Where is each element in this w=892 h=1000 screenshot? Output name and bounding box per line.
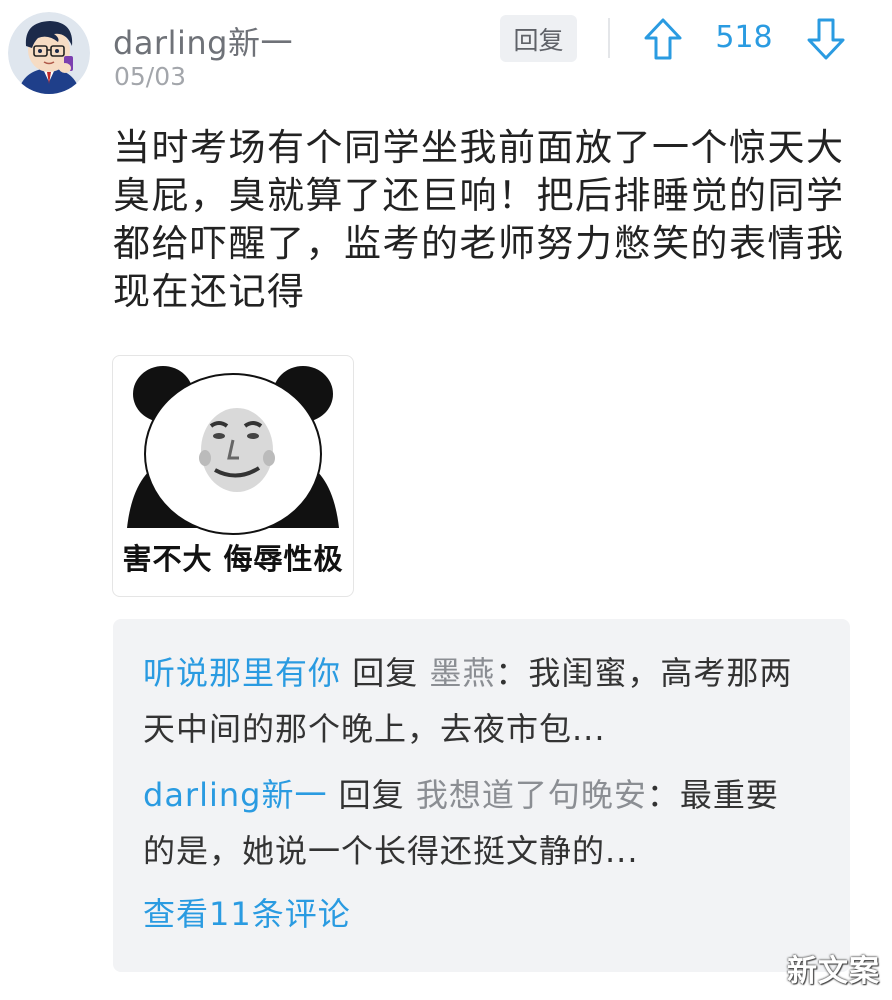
divider — [608, 18, 610, 58]
downvote-button[interactable] — [806, 17, 846, 61]
sticker-caption: 害不大 侮辱性极 — [122, 542, 344, 576]
panda-meme-image — [127, 366, 339, 535]
comment-body: 当时考场有个同学坐我前面放了一个惊天大 臭屁，臭就算了还巨响！把后排睡觉的同学 … — [113, 124, 853, 316]
subcomment-user[interactable]: darling新一 — [143, 776, 327, 814]
subcomment-reply-word: 回复 — [338, 776, 405, 814]
subcomment-separator: ： — [646, 776, 680, 814]
meme-sticker[interactable]: 害不大 侮辱性极 — [112, 355, 354, 597]
arrow-up-icon — [644, 18, 682, 60]
subcomment-separator: ： — [495, 654, 529, 692]
subcomment-item[interactable]: 听说那里有你 回复 墨燕：我闺蜜，高考那两天中间的那个晚上，去夜市包... — [143, 645, 793, 757]
comment-date: 05/03 — [114, 62, 187, 91]
upvote-button[interactable] — [643, 17, 683, 61]
watermark: 新文案 — [787, 954, 880, 989]
subcomment-reply-word: 回复 — [352, 654, 419, 692]
subcomments-panel[interactable]: 听说那里有你 回复 墨燕：我闺蜜，高考那两天中间的那个晚上，去夜市包... da… — [113, 619, 850, 972]
vote-count: 518 — [715, 20, 773, 55]
comment-username[interactable]: darling新一 — [113, 18, 293, 64]
view-all-comments-link[interactable]: 查看11条评论 — [143, 889, 351, 935]
avatar[interactable] — [8, 12, 90, 94]
subcomment-user[interactable]: 听说那里有你 — [143, 654, 341, 692]
comment-body-line: 当时考场有个同学坐我前面放了一个惊天大 — [113, 126, 845, 169]
subcomment-target[interactable]: 墨燕 — [429, 654, 495, 692]
reply-button[interactable]: 回复 — [500, 15, 577, 62]
avatar-image — [8, 12, 90, 94]
comment-body-line: 臭屁，臭就算了还巨响！把后排睡觉的同学 — [113, 174, 845, 217]
comment-body-line: 都给吓醒了，监考的老师努力憋笑的表情我 — [113, 222, 845, 265]
arrow-down-icon — [807, 18, 845, 60]
comment-body-line: 现在还记得 — [113, 270, 306, 313]
subcomment-target[interactable]: 我想道了句晚安 — [416, 776, 647, 814]
subcomment-item[interactable]: darling新一 回复 我想道了句晚安：最重要的是，她说一个长得还挺文静的..… — [143, 767, 793, 879]
